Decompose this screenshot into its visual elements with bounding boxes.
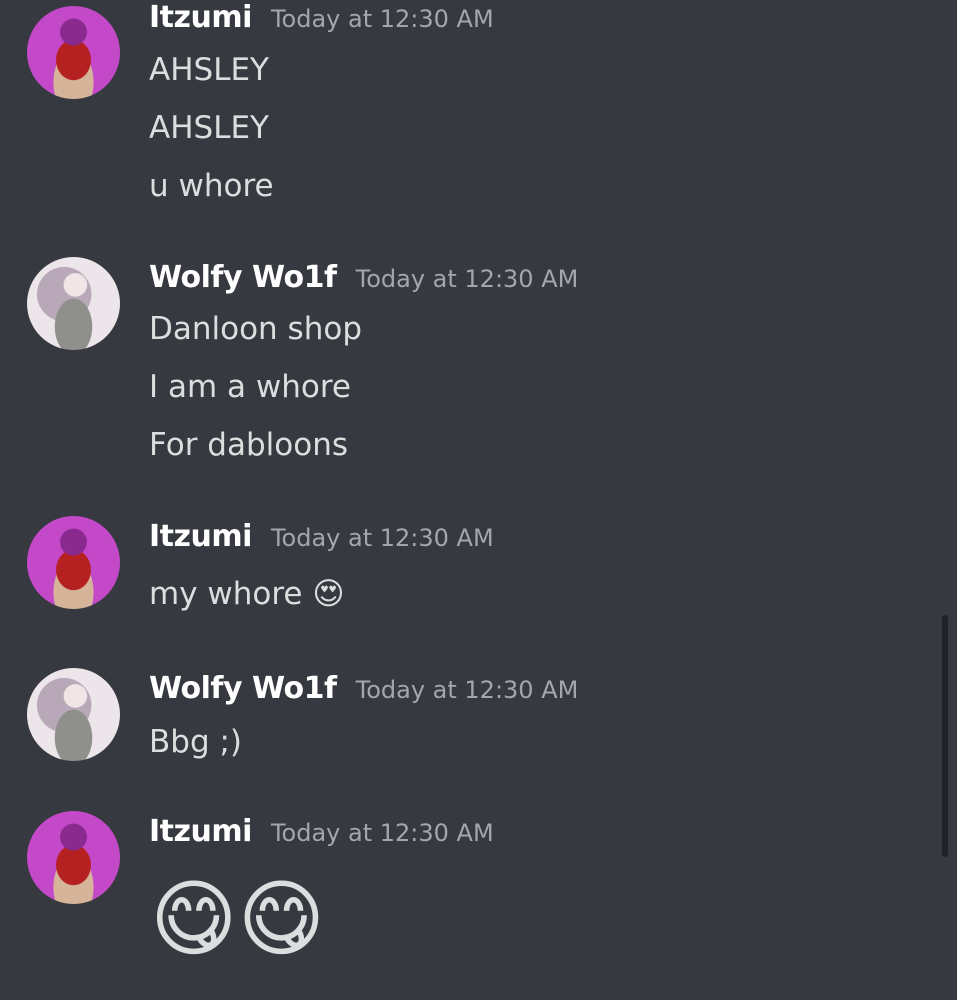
message-text: AHSLEY xyxy=(149,52,269,88)
timestamp: Today at 12:30 AM xyxy=(355,676,579,704)
yum-emoji-icon[interactable]: 😋 xyxy=(238,870,326,968)
message-text: my whore 😍 xyxy=(149,576,345,612)
message-header: Itzumi Today at 12:30 AM xyxy=(149,0,494,35)
heart-eyes-emoji-icon[interactable]: 😍 xyxy=(312,576,344,612)
message-header: Itzumi Today at 12:30 AM xyxy=(149,519,494,554)
scrollbar-thumb[interactable] xyxy=(942,615,948,857)
timestamp: Today at 12:30 AM xyxy=(270,819,494,847)
message-header: Wolfy Wo1f Today at 12:30 AM xyxy=(149,260,578,295)
author-name[interactable]: Wolfy Wo1f xyxy=(149,671,337,706)
timestamp: Today at 12:30 AM xyxy=(355,265,579,293)
emoji-row: 😋😋 xyxy=(150,877,325,961)
message-header: Itzumi Today at 12:30 AM xyxy=(149,814,494,849)
timestamp: Today at 12:30 AM xyxy=(270,5,494,33)
timestamp: Today at 12:30 AM xyxy=(270,524,494,552)
message-text: I am a whore xyxy=(149,369,351,405)
message-text: u whore xyxy=(149,168,274,204)
message-text: Bbg ;) xyxy=(149,724,243,760)
yum-emoji-icon[interactable]: 😋 xyxy=(150,870,238,968)
message-text: AHSLEY xyxy=(149,110,269,146)
message-text: Danloon shop xyxy=(149,311,363,347)
author-name[interactable]: Itzumi xyxy=(149,0,252,35)
message-body: my whore xyxy=(149,576,303,612)
avatar[interactable] xyxy=(27,811,120,904)
message-text: For dabloons xyxy=(149,427,348,463)
author-name[interactable]: Itzumi xyxy=(149,519,252,554)
avatar[interactable] xyxy=(27,6,120,99)
author-name[interactable]: Wolfy Wo1f xyxy=(149,260,337,295)
avatar[interactable] xyxy=(27,516,120,609)
message-header: Wolfy Wo1f Today at 12:30 AM xyxy=(149,671,578,706)
author-name[interactable]: Itzumi xyxy=(149,814,252,849)
avatar[interactable] xyxy=(27,257,120,350)
avatar[interactable] xyxy=(27,668,120,761)
